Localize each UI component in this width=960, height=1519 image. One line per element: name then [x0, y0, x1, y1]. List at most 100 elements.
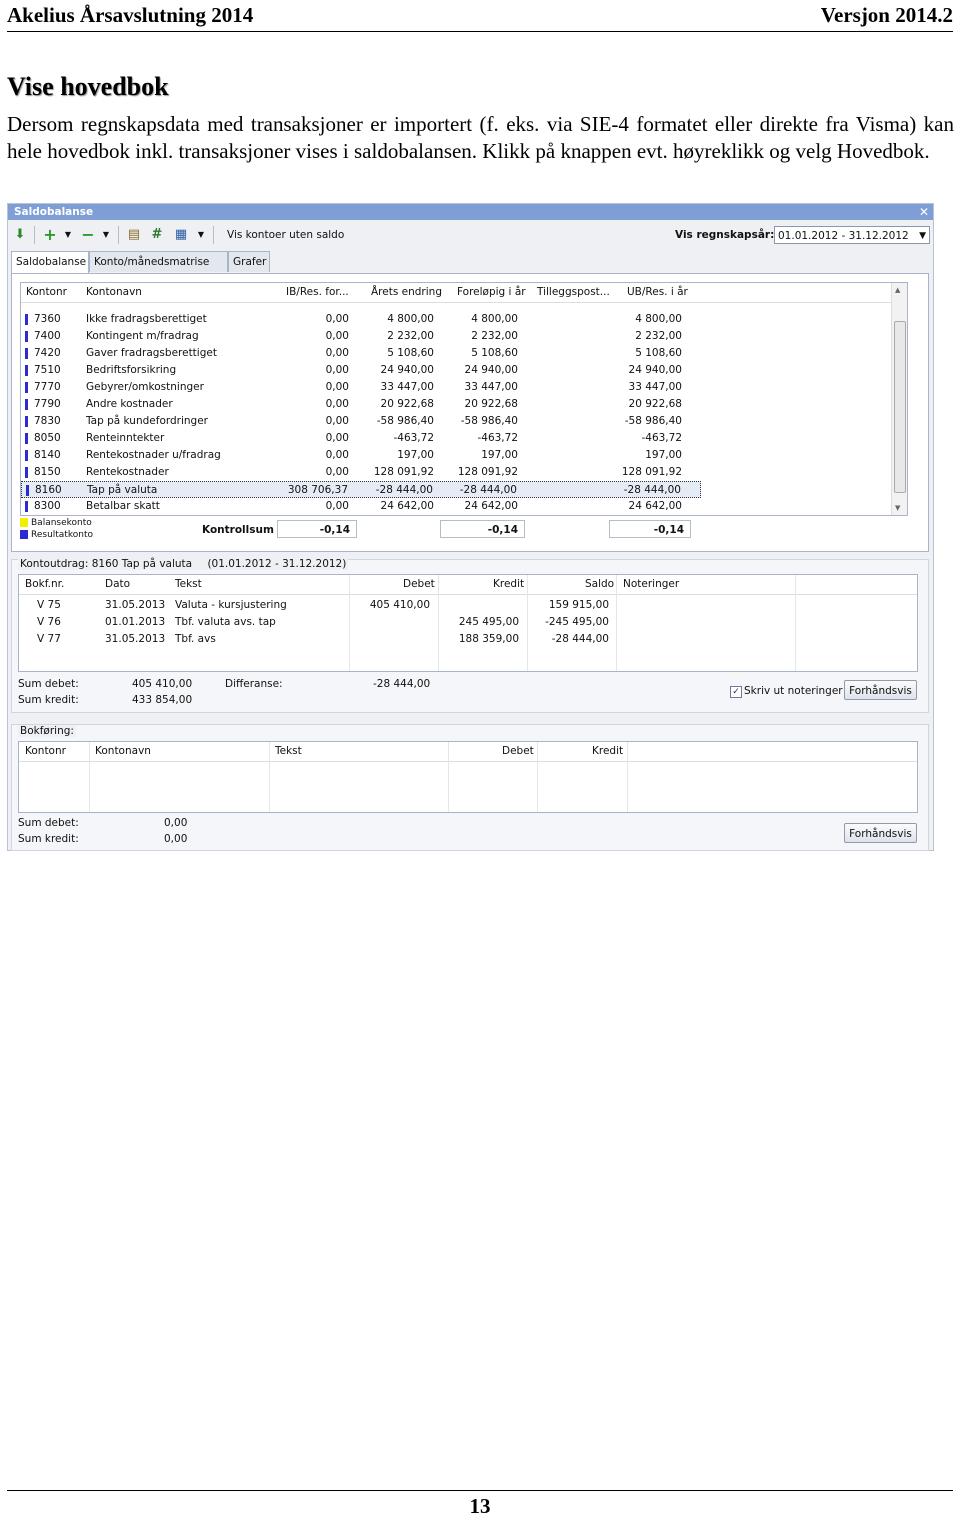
toolbar: ⬇ + ▼ − ▼ ▤ # ▦ ▼ Vis kontoer uten saldo…: [8, 222, 933, 248]
chevron-down-icon[interactable]: ▼: [193, 227, 209, 243]
table-cell: 24 642,00: [380, 500, 434, 512]
preview-button[interactable]: Forhåndsvis: [844, 823, 917, 843]
show-accounts-without-balance[interactable]: Vis kontoer uten saldo: [227, 229, 344, 241]
table-cell: 5 108,60: [471, 347, 518, 359]
hash-icon[interactable]: #: [149, 227, 165, 243]
fiscal-year-select[interactable]: 01.01.2012 - 31.12.2012 ▼: [774, 226, 930, 244]
table-cell: V 75: [37, 599, 61, 611]
toolbar-separator: [34, 226, 35, 244]
table-cell: 24 940,00: [628, 364, 682, 376]
print-notes-label[interactable]: Skriv ut noteringer: [744, 685, 843, 697]
account-type-legend: Balansekonto Resultatkonto: [20, 517, 93, 541]
table-row[interactable]: 8140 Rentekostnader u/fradrag 0,00 197,00 19…: [21, 447, 701, 464]
control-sum-forelopig: -0,14: [440, 520, 525, 538]
balance-grid: Kontonr Kontonavn IB/Res. for... Årets e…: [20, 282, 908, 516]
table-cell: 7360: [34, 313, 61, 325]
table-cell: Andre kostnader: [86, 398, 173, 410]
tab-grafer[interactable]: Grafer: [228, 251, 270, 272]
result-account-marker: [25, 501, 28, 512]
col-saldo[interactable]: Saldo: [585, 578, 614, 590]
table-row[interactable]: 8160 Tap på valuta 308 706,37 -28 444,00 -28…: [21, 481, 701, 498]
table-cell: V 77: [37, 633, 61, 645]
table-row[interactable]: 7420 Gaver fradragsberettiget 0,00 5 108,60…: [21, 345, 701, 362]
table-row[interactable]: 8300 Betalbar skatt 0,00 24 642,00 24 642,00…: [21, 498, 701, 515]
col-forelopig[interactable]: Foreløpig i år: [457, 286, 526, 298]
table-cell: 2 232,00: [635, 330, 682, 342]
table-cell: 0,00: [325, 364, 349, 376]
table-cell: 2 232,00: [471, 330, 518, 342]
col-bokfnr[interactable]: Bokf.nr.: [25, 578, 64, 590]
col-tilleggspost[interactable]: Tilleggspost...: [537, 286, 610, 298]
col-kontonavn[interactable]: Kontonavn: [95, 745, 151, 757]
table-cell: 0,00: [325, 347, 349, 359]
col-debet[interactable]: Debet: [403, 578, 435, 590]
table-row[interactable]: 8050 Renteinntekter 0,00 -463,72 -463,72 -463…: [21, 430, 701, 447]
preview-button[interactable]: Forhåndsvis: [844, 680, 917, 700]
print-notes-checkbox[interactable]: ✓: [730, 686, 742, 698]
tab-konto-maanedsmatrise[interactable]: Konto/månedsmatrise (tkr): [89, 251, 228, 289]
col-noteringer[interactable]: Noteringer: [623, 578, 679, 590]
table-cell: -245 495,00: [545, 616, 609, 628]
col-tekst[interactable]: Tekst: [275, 745, 302, 757]
table-cell: 8050: [34, 432, 61, 444]
table-cell: 5 108,60: [635, 347, 682, 359]
add-icon[interactable]: +: [42, 227, 58, 243]
difference-label: Differanse:: [225, 678, 283, 690]
sum-kredit-value: 0,00: [164, 833, 188, 845]
ledger-icon[interactable]: ▦: [173, 227, 189, 243]
properties-icon[interactable]: ▤: [126, 227, 142, 243]
col-arets-endring[interactable]: Årets endring: [371, 286, 442, 298]
chevron-down-icon[interactable]: ▼: [60, 227, 76, 243]
table-row[interactable]: 7790 Andre kostnader 0,00 20 922,68 20 922,6…: [21, 396, 701, 413]
table-cell: 188 359,00: [458, 633, 519, 645]
table-row[interactable]: 7400 Kontingent m/fradrag 0,00 2 232,00 2 23…: [21, 328, 701, 345]
table-row[interactable]: 7510 Bedriftsforsikring 0,00 24 940,00 24 94…: [21, 362, 701, 379]
col-ib[interactable]: IB/Res. for...: [286, 286, 349, 298]
control-sum-ub: -0,14: [609, 520, 691, 538]
chevron-down-icon[interactable]: ▼: [98, 227, 114, 243]
posting-title: Bokføring:: [18, 725, 76, 737]
difference-value: -28 444,00: [373, 678, 431, 690]
vertical-scrollbar[interactable]: ▲ ▼: [891, 283, 907, 515]
sum-debet-value: 405 410,00: [132, 678, 193, 690]
col-kredit[interactable]: Kredit: [592, 745, 623, 757]
chevron-down-icon[interactable]: ▼: [919, 227, 926, 245]
import-icon[interactable]: ⬇: [12, 227, 28, 243]
table-cell: 0,00: [325, 432, 349, 444]
table-row[interactable]: V 76 01.01.2013 Tbf. valuta avs. tap 245 49…: [19, 614, 917, 631]
column-divider: [269, 742, 270, 812]
remove-icon[interactable]: −: [80, 227, 96, 243]
scroll-down-icon[interactable]: ▼: [895, 504, 900, 512]
page-number: 13: [469, 1494, 491, 1518]
col-kredit[interactable]: Kredit: [493, 578, 524, 590]
control-sum-ib: -0,14: [277, 520, 357, 538]
table-cell: 128 091,92: [373, 466, 434, 478]
table-cell: 8140: [34, 449, 61, 461]
table-row[interactable]: 7770 Gebyrer/omkostninger 0,00 33 447,00 33 …: [21, 379, 701, 396]
result-account-marker: [25, 331, 28, 342]
table-row[interactable]: 7830 Tap på kundefordringer 0,00 -58 986,40…: [21, 413, 701, 430]
col-kontonr[interactable]: Kontonr: [26, 286, 67, 298]
scroll-up-icon[interactable]: ▲: [895, 286, 900, 294]
col-debet[interactable]: Debet: [502, 745, 534, 757]
col-dato[interactable]: Dato: [105, 578, 130, 590]
posting-panel: Bokføring: Kontonr Kontonavn Tekst Debet…: [11, 724, 929, 851]
table-cell: Gebyrer/omkostninger: [86, 381, 204, 393]
sum-debet-value: 0,00: [164, 817, 188, 829]
col-ub[interactable]: UB/Res. i år: [627, 286, 688, 298]
col-kontonavn[interactable]: Kontonavn: [86, 286, 142, 298]
table-row[interactable]: 7360 Ikke fradragsberettiget 0,00 4 800,00 4…: [21, 311, 701, 328]
table-cell: 197,00: [645, 449, 682, 461]
column-divider: [627, 742, 628, 812]
column-divider: [537, 742, 538, 812]
scrollbar-thumb[interactable]: [894, 321, 906, 493]
table-row[interactable]: V 77 31.05.2013 Tbf. avs 188 359,00 -28 444,…: [19, 631, 917, 648]
toolbar-separator: [213, 226, 214, 244]
table-row[interactable]: V 75 31.05.2013 Valuta - kursjustering 405 …: [19, 597, 917, 614]
table-row[interactable]: 8150 Rentekostnader 0,00 128 091,92 128 091,…: [21, 464, 701, 481]
document-version: Versjon 2014.2: [820, 3, 953, 27]
close-icon[interactable]: ✕: [919, 204, 929, 220]
col-tekst[interactable]: Tekst: [175, 578, 202, 590]
col-kontonr[interactable]: Kontonr: [25, 745, 66, 757]
tab-saldobalanse[interactable]: Saldobalanse: [11, 251, 89, 274]
